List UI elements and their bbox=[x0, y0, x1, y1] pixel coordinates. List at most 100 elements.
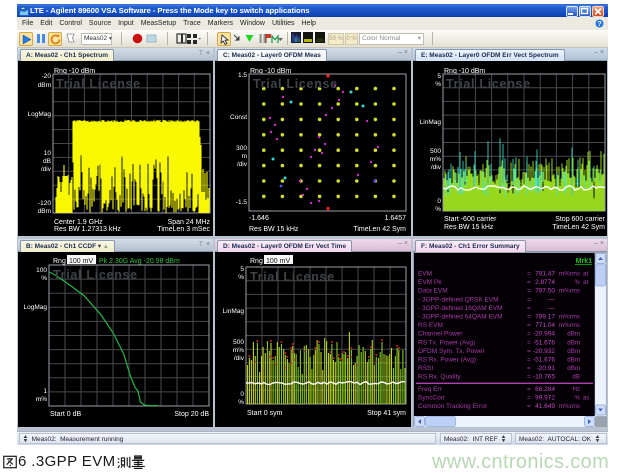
svg-text:—: — bbox=[549, 305, 556, 312]
svg-text:Trial License: Trial License bbox=[56, 77, 141, 91]
svg-text:500: 500 bbox=[233, 339, 244, 346]
svg-text:1.6457: 1.6457 bbox=[385, 215, 407, 222]
svg-text:dBm: dBm bbox=[567, 348, 580, 355]
svg-text:TimeLen 3 mSec: TimeLen 3 mSec bbox=[157, 226, 210, 233]
svg-text:500: 500 bbox=[430, 148, 441, 155]
svg-text:RS Rx. Quality: RS Rx. Quality bbox=[418, 374, 461, 381]
svg-text:m%rms: m%rms bbox=[559, 271, 580, 278]
svg-text:m%rms: m%rms bbox=[559, 288, 580, 295]
svg-text:-1.646: -1.646 bbox=[249, 215, 269, 222]
svg-text:-1.5: -1.5 bbox=[236, 199, 248, 206]
svg-text:-20.91: -20.91 bbox=[537, 365, 556, 372]
svg-text:41.649: 41.649 bbox=[535, 403, 555, 410]
svg-text:=: = bbox=[527, 296, 531, 303]
svg-text:dBm: dBm bbox=[38, 82, 51, 89]
svg-text:=: = bbox=[527, 374, 531, 381]
svg-text:=: = bbox=[527, 279, 531, 286]
svg-text:0: 0 bbox=[437, 198, 441, 205]
svg-text:/div: /div bbox=[41, 166, 52, 173]
svg-text:100 mV: 100 mV bbox=[69, 258, 93, 265]
svg-text:- 3GPP-defined 64QAM EVM: - 3GPP-defined 64QAM EVM bbox=[418, 314, 503, 321]
svg-text:Trial License: Trial License bbox=[253, 77, 338, 91]
svg-text:Res BW 1.27313 kHz: Res BW 1.27313 kHz bbox=[54, 226, 121, 233]
svg-text:Res BW 15 kHz: Res BW 15 kHz bbox=[444, 224, 494, 231]
svg-text:- 3GPP-defined 16QAM EVM: - 3GPP-defined 16QAM EVM bbox=[418, 305, 503, 312]
svg-text:=: = bbox=[527, 305, 531, 312]
svg-text:Stop 41 sym: Stop 41 sym bbox=[367, 410, 406, 417]
svg-text:Pk 2.30G Avg -20.98 dBm: Pk 2.30G Avg -20.98 dBm bbox=[99, 258, 180, 265]
svg-text:%: % bbox=[574, 394, 580, 401]
svg-text:5: 5 bbox=[240, 266, 244, 273]
svg-text:=: = bbox=[527, 348, 531, 355]
svg-text:RS Rx. Power (Avg): RS Rx. Power (Avg) bbox=[418, 357, 476, 364]
svg-text:dB: dB bbox=[572, 374, 580, 381]
svg-text:799.17: 799.17 bbox=[535, 314, 555, 321]
svg-text:Mrk1: Mrk1 bbox=[576, 258, 592, 265]
svg-text:TimeLen 42 Sym: TimeLen 42 Sym bbox=[353, 226, 406, 233]
svg-text:LinMag: LinMag bbox=[420, 119, 442, 126]
svg-text:m%: m% bbox=[36, 396, 47, 403]
svg-text:m%rms: m%rms bbox=[559, 403, 580, 410]
svg-text:797.50: 797.50 bbox=[535, 288, 555, 295]
svg-text:Common Tracking Error: Common Tracking Error bbox=[418, 403, 488, 410]
svg-text:1: 1 bbox=[43, 388, 47, 395]
svg-text:Data EVM: Data EVM bbox=[418, 288, 448, 295]
svg-text:1.5: 1.5 bbox=[238, 72, 247, 79]
svg-text:%: % bbox=[574, 279, 580, 286]
svg-text:at: at bbox=[583, 279, 588, 286]
svg-text:EVM: EVM bbox=[418, 271, 432, 278]
svg-text:-20: -20 bbox=[42, 73, 52, 80]
svg-text:%: % bbox=[435, 81, 441, 88]
svg-text:LogMag: LogMag bbox=[28, 111, 52, 118]
svg-text:dBm: dBm bbox=[567, 357, 580, 364]
svg-text:-20.994: -20.994 bbox=[533, 331, 555, 338]
svg-text:0: 0 bbox=[240, 391, 244, 398]
svg-text:=: = bbox=[527, 386, 531, 393]
svg-text:Stop 20 dB: Stop 20 dB bbox=[174, 411, 209, 418]
svg-text:m%: m% bbox=[430, 156, 441, 163]
svg-text:ac: ac bbox=[583, 394, 590, 401]
svg-text:Rng: Rng bbox=[250, 258, 263, 265]
svg-text:—: — bbox=[549, 296, 556, 303]
svg-text:at: at bbox=[583, 271, 588, 278]
svg-text:=: = bbox=[527, 403, 531, 410]
svg-text:99.972: 99.972 bbox=[535, 394, 555, 401]
svg-text:=: = bbox=[527, 271, 531, 278]
svg-text:m%: m% bbox=[233, 347, 244, 354]
svg-text:%: % bbox=[435, 206, 441, 213]
svg-text:/div: /div bbox=[431, 164, 442, 171]
svg-text:Res BW 15 kHz: Res BW 15 kHz bbox=[249, 226, 299, 233]
svg-text:%: % bbox=[41, 275, 47, 282]
svg-text:m%rms: m%rms bbox=[559, 314, 580, 321]
svg-text:=: = bbox=[527, 314, 531, 321]
svg-text:OFDM Sym. Tx. Power: OFDM Sym. Tx. Power bbox=[418, 348, 486, 355]
svg-text:Stop 600 carrier: Stop 600 carrier bbox=[555, 216, 605, 223]
svg-text:=: = bbox=[527, 339, 531, 346]
svg-text:- 3GPP-defined QPSK EVM: - 3GPP-defined QPSK EVM bbox=[418, 296, 499, 303]
svg-text:dBm: dBm bbox=[567, 339, 580, 346]
svg-text:=: = bbox=[527, 357, 531, 364]
svg-text:Start -600 carrier: Start -600 carrier bbox=[444, 216, 497, 223]
svg-text:%: % bbox=[238, 274, 244, 281]
svg-text:Trial License: Trial License bbox=[53, 268, 138, 282]
svg-text:=: = bbox=[527, 331, 531, 338]
svg-text:771.04: 771.04 bbox=[535, 322, 555, 329]
svg-text:10: 10 bbox=[44, 150, 52, 157]
svg-text:RS Tx. Power (Avg): RS Tx. Power (Avg) bbox=[418, 339, 475, 346]
svg-text:5: 5 bbox=[437, 73, 441, 80]
svg-text:TimeLen 42 Sym: TimeLen 42 Sym bbox=[552, 224, 605, 231]
svg-text:Trial License: Trial License bbox=[250, 270, 335, 284]
svg-text:=: = bbox=[527, 288, 531, 295]
svg-text:EVM Pk: EVM Pk bbox=[418, 279, 442, 286]
svg-text:?: ? bbox=[597, 21, 601, 28]
svg-text:-51.676: -51.676 bbox=[533, 357, 555, 364]
svg-text:-120: -120 bbox=[38, 200, 51, 207]
svg-text:=: = bbox=[527, 394, 531, 401]
svg-text:dBm: dBm bbox=[567, 331, 580, 338]
svg-text:Trial License: Trial License bbox=[446, 77, 531, 91]
svg-text:%: % bbox=[238, 399, 244, 406]
svg-text:Freq Err: Freq Err bbox=[418, 386, 443, 393]
svg-text:Start 0 dB: Start 0 dB bbox=[50, 411, 81, 418]
svg-text:RSSI: RSSI bbox=[418, 365, 433, 372]
svg-text:Hz: Hz bbox=[572, 386, 580, 393]
